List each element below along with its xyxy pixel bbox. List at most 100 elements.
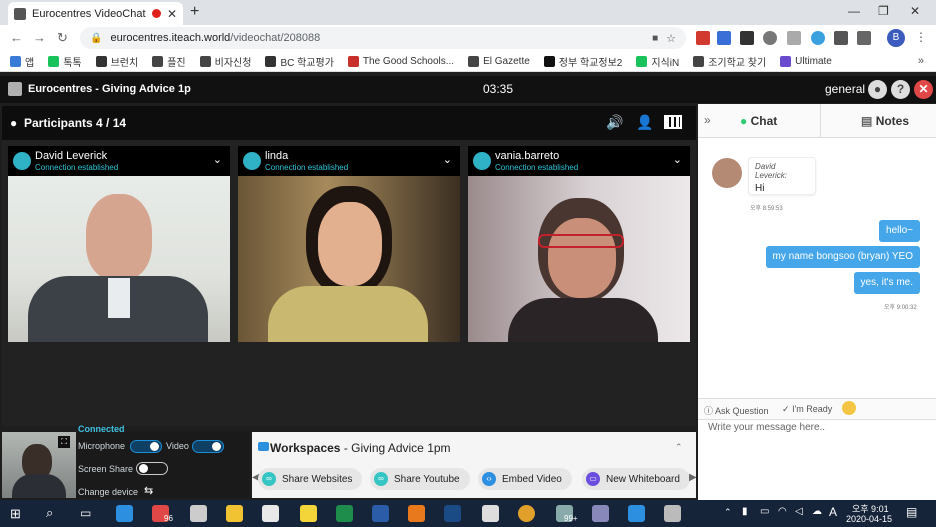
- extension-icon[interactable]: [787, 31, 801, 45]
- usb-icon[interactable]: ▮: [742, 506, 748, 517]
- ask-question-button[interactable]: ⓘ Ask Question: [704, 404, 769, 417]
- excel-icon[interactable]: [336, 505, 353, 522]
- illustrator-icon[interactable]: [408, 505, 425, 522]
- speaker-icon[interactable]: 🔊: [606, 114, 623, 131]
- chevron-down-icon[interactable]: ⌄: [443, 153, 452, 166]
- camera-icon[interactable]: ■: [652, 33, 658, 44]
- bookmark-item[interactable]: 지식iN: [636, 54, 679, 69]
- more-bookmarks-icon[interactable]: »: [918, 55, 924, 67]
- kakaotalk-icon[interactable]: [300, 505, 317, 522]
- video-tile[interactable]: vania.barreto Connection established ⌄: [468, 146, 690, 342]
- file-explorer-icon[interactable]: [226, 505, 243, 522]
- collapse-icon[interactable]: ⌃: [675, 442, 683, 453]
- emoji-icon[interactable]: [842, 401, 856, 415]
- app-icon[interactable]: [628, 505, 645, 522]
- bookmark-item[interactable]: 조기학교 찾기: [693, 54, 766, 69]
- share-websites-button[interactable]: ∞ Share Websites: [258, 468, 363, 490]
- extension-icon[interactable]: [740, 31, 754, 45]
- bookmark-item[interactable]: BC 학교평가: [265, 54, 334, 69]
- chevron-down-icon[interactable]: ⌄: [673, 153, 682, 166]
- layout-grid-icon[interactable]: [664, 115, 682, 129]
- photoshop-icon[interactable]: [444, 505, 461, 522]
- volume-icon[interactable]: ◁: [795, 506, 803, 517]
- change-device-label[interactable]: Change device: [78, 487, 138, 497]
- translate-extension-icon[interactable]: [717, 31, 731, 45]
- video-tile[interactable]: David Leverick Connection established ⌄: [8, 146, 230, 342]
- bookmark-item[interactable]: El Gazette: [468, 55, 530, 67]
- user-avatar-icon[interactable]: ●: [868, 80, 887, 99]
- scroll-right-icon[interactable]: ▶: [689, 472, 697, 483]
- chrome-icon[interactable]: [518, 505, 535, 522]
- extension-icon[interactable]: [763, 31, 777, 45]
- bookmark-label: El Gazette: [483, 55, 530, 67]
- chat-message-input[interactable]: Write your message here..: [708, 422, 825, 433]
- swap-device-icon[interactable]: ⇆: [144, 484, 153, 497]
- workspaces-title: Workspaces - Giving Advice 1pm: [270, 441, 451, 455]
- im-ready-button[interactable]: ✓ I'm Ready: [782, 404, 832, 415]
- outgoing-message: yes, it's me.: [853, 272, 920, 294]
- microphone-toggle[interactable]: [130, 440, 162, 453]
- video-tile[interactable]: linda Connection established ⌄: [238, 146, 460, 342]
- connection-state: Connected: [78, 424, 125, 434]
- back-icon[interactable]: ←: [10, 30, 23, 45]
- bookmark-item[interactable]: 플진: [152, 54, 186, 69]
- app-icon[interactable]: [190, 505, 207, 522]
- self-camera-preview: ⛶: [2, 432, 76, 498]
- pdf-app-icon[interactable]: [262, 505, 279, 522]
- browser-tab[interactable]: Eurocentres VideoChat ✕: [8, 2, 183, 25]
- app-icon[interactable]: [592, 505, 609, 522]
- calculator-icon[interactable]: [482, 505, 499, 522]
- bookmark-item[interactable]: 톡톡: [48, 54, 82, 69]
- close-window-icon[interactable]: ✕: [910, 4, 920, 18]
- extension-icon[interactable]: [857, 31, 871, 45]
- bookmark-item[interactable]: Ultimate: [780, 55, 832, 67]
- bookmark-item[interactable]: 정부 학교정보2: [543, 54, 622, 69]
- zoom-app-icon[interactable]: [116, 505, 133, 522]
- address-bar[interactable]: 🔒 eurocentres.iteach.world/videochat/208…: [80, 27, 686, 49]
- minimize-icon[interactable]: —: [848, 4, 860, 18]
- close-tab-icon[interactable]: ✕: [167, 7, 177, 21]
- participant-avatar: [473, 152, 491, 170]
- word-icon[interactable]: [372, 505, 389, 522]
- embed-video-button[interactable]: ‹› Embed Video: [478, 468, 572, 490]
- extension-icon[interactable]: [696, 31, 710, 45]
- cloud-icon[interactable]: ☁: [812, 506, 822, 517]
- bookmark-item[interactable]: 비자신청: [199, 54, 251, 69]
- tab-chat[interactable]: ● Chat: [740, 114, 777, 128]
- battery-icon[interactable]: ▭: [760, 506, 769, 517]
- bookmark-item[interactable]: The Good Schools...: [347, 55, 454, 67]
- restore-icon[interactable]: ❐: [878, 4, 889, 18]
- profile-avatar[interactable]: B: [887, 29, 905, 47]
- tab-notes[interactable]: ▤ Notes: [861, 114, 909, 128]
- help-icon[interactable]: ?: [891, 80, 910, 99]
- expand-icon[interactable]: ⛶: [58, 436, 70, 448]
- cloud-extension-icon[interactable]: [811, 31, 825, 45]
- add-participant-icon[interactable]: 👤: [636, 114, 653, 131]
- current-user-name: general: [825, 82, 866, 96]
- video-toggle[interactable]: [192, 440, 224, 453]
- notification-center-icon[interactable]: ▤: [906, 505, 917, 519]
- share-youtube-button[interactable]: ∞ Share Youtube: [370, 468, 470, 490]
- forward-icon[interactable]: →: [33, 30, 46, 45]
- bookmark-item[interactable]: 브런치: [95, 54, 138, 69]
- ime-indicator[interactable]: A: [829, 505, 837, 519]
- task-view-icon[interactable]: ▭: [80, 506, 91, 520]
- search-icon[interactable]: ⌕: [46, 505, 53, 521]
- bookmark-star-icon[interactable]: ☆: [666, 32, 676, 45]
- windows-start-icon[interactable]: ⊞: [10, 506, 21, 522]
- clock-date[interactable]: 2020-04-15: [846, 514, 892, 524]
- class-title: Eurocentres - Giving Advice 1p: [28, 83, 191, 95]
- new-whiteboard-button[interactable]: ▭ New Whiteboard: [582, 468, 690, 490]
- browser-menu-icon[interactable]: ⋮: [915, 30, 927, 44]
- collapse-panel-icon[interactable]: »: [704, 113, 711, 127]
- chevron-down-icon[interactable]: ⌄: [213, 153, 222, 166]
- extension-icon[interactable]: [834, 31, 848, 45]
- bookmark-item[interactable]: 앱: [10, 54, 34, 69]
- leave-session-icon[interactable]: ✕: [914, 80, 933, 99]
- wifi-icon[interactable]: ◠: [778, 506, 787, 517]
- screen-share-toggle[interactable]: [136, 462, 168, 475]
- reload-icon[interactable]: ↻: [57, 30, 68, 46]
- app-icon[interactable]: [664, 505, 681, 522]
- tray-chevron-icon[interactable]: ⌃: [724, 507, 732, 518]
- new-tab-icon[interactable]: +: [190, 3, 199, 21]
